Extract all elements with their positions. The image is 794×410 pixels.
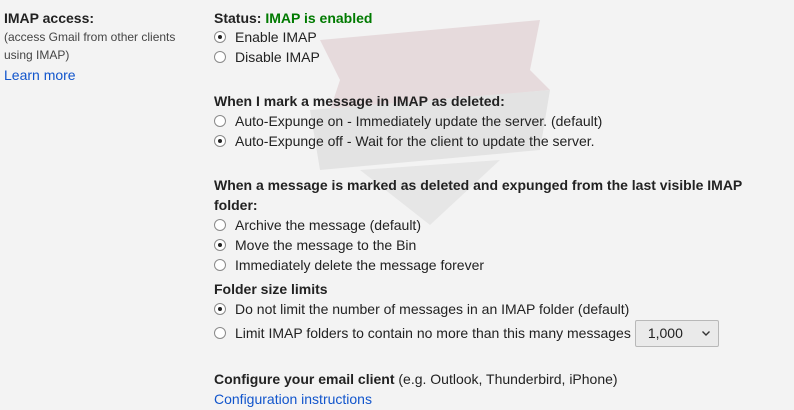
expunged-section: When a message is marked as deleted and … xyxy=(214,175,789,275)
radio-archive-message[interactable]: Archive the message (default) xyxy=(214,215,789,235)
radio-no-folder-limit[interactable]: Do not limit the number of messages in a… xyxy=(214,299,719,319)
radio-label: Disable IMAP xyxy=(235,49,320,65)
imap-status-section: Status: IMAP is enabled Enable IMAP Disa… xyxy=(214,9,372,67)
radio-label: Limit IMAP folders to contain no more th… xyxy=(235,325,631,341)
radio-delete-forever[interactable]: Immediately delete the message forever xyxy=(214,255,789,275)
radio-label: Do not limit the number of messages in a… xyxy=(235,301,630,317)
configure-examples: (e.g. Outlook, Thunderbird, iPhone) xyxy=(398,371,618,387)
status-label: Status: xyxy=(214,10,262,26)
radio-button-selected[interactable] xyxy=(214,31,226,43)
status-value: IMAP is enabled xyxy=(265,10,373,26)
radio-label: Enable IMAP xyxy=(235,29,317,45)
radio-label: Auto-Expunge on - Immediately update the… xyxy=(235,113,603,129)
radio-disable-imap[interactable]: Disable IMAP xyxy=(214,47,372,67)
imap-access-subtitle-line1: (access Gmail from other clients xyxy=(4,30,176,44)
radio-label: Move the message to the Bin xyxy=(235,237,417,253)
folder-size-heading: Folder size limits xyxy=(214,281,328,297)
radio-auto-expunge-on[interactable]: Auto-Expunge on - Immediately update the… xyxy=(214,111,602,131)
radio-label: Auto-Expunge off - Wait for the client t… xyxy=(235,133,595,149)
deleted-section: When I mark a message in IMAP as deleted… xyxy=(214,91,602,151)
folder-limit-value: 1,000 xyxy=(647,325,683,341)
folder-size-section: Folder size limits Do not limit the numb… xyxy=(214,279,719,347)
radio-button[interactable] xyxy=(214,259,226,271)
radio-button-selected[interactable] xyxy=(214,135,226,147)
imap-status: Status: IMAP is enabled xyxy=(214,9,372,27)
radio-button[interactable] xyxy=(214,115,226,127)
configuration-instructions-link[interactable]: Configuration instructions xyxy=(214,391,372,407)
radio-auto-expunge-off[interactable]: Auto-Expunge off - Wait for the client t… xyxy=(214,131,602,151)
configure-client-section: Configure your email client (e.g. Outloo… xyxy=(214,369,618,409)
expunged-heading: When a message is marked as deleted and … xyxy=(214,177,743,213)
radio-button[interactable] xyxy=(214,327,226,339)
imap-access-title: IMAP access: xyxy=(4,10,95,26)
radio-label: Immediately delete the message forever xyxy=(235,257,485,273)
folder-limit-select[interactable]: 1,000 xyxy=(634,319,719,347)
deleted-heading: When I mark a message in IMAP as deleted… xyxy=(214,93,505,109)
chevron-down-icon xyxy=(701,330,710,336)
configure-heading: Configure your email client xyxy=(214,371,395,387)
learn-more-link[interactable]: Learn more xyxy=(4,65,204,85)
radio-button[interactable] xyxy=(214,51,226,63)
radio-limit-folders[interactable]: Limit IMAP folders to contain no more th… xyxy=(214,319,719,347)
radio-button[interactable] xyxy=(214,219,226,231)
configure-line: Configure your email client (e.g. Outloo… xyxy=(214,369,618,389)
imap-access-subtitle-line2: using IMAP) xyxy=(4,48,70,62)
radio-enable-imap[interactable]: Enable IMAP xyxy=(214,27,372,47)
radio-button-selected[interactable] xyxy=(214,303,226,315)
radio-label: Archive the message (default) xyxy=(235,217,421,233)
radio-button-selected[interactable] xyxy=(214,239,226,251)
imap-settings-label-column: IMAP access: (access Gmail from other cl… xyxy=(4,9,204,85)
radio-move-to-bin[interactable]: Move the message to the Bin xyxy=(214,235,789,255)
